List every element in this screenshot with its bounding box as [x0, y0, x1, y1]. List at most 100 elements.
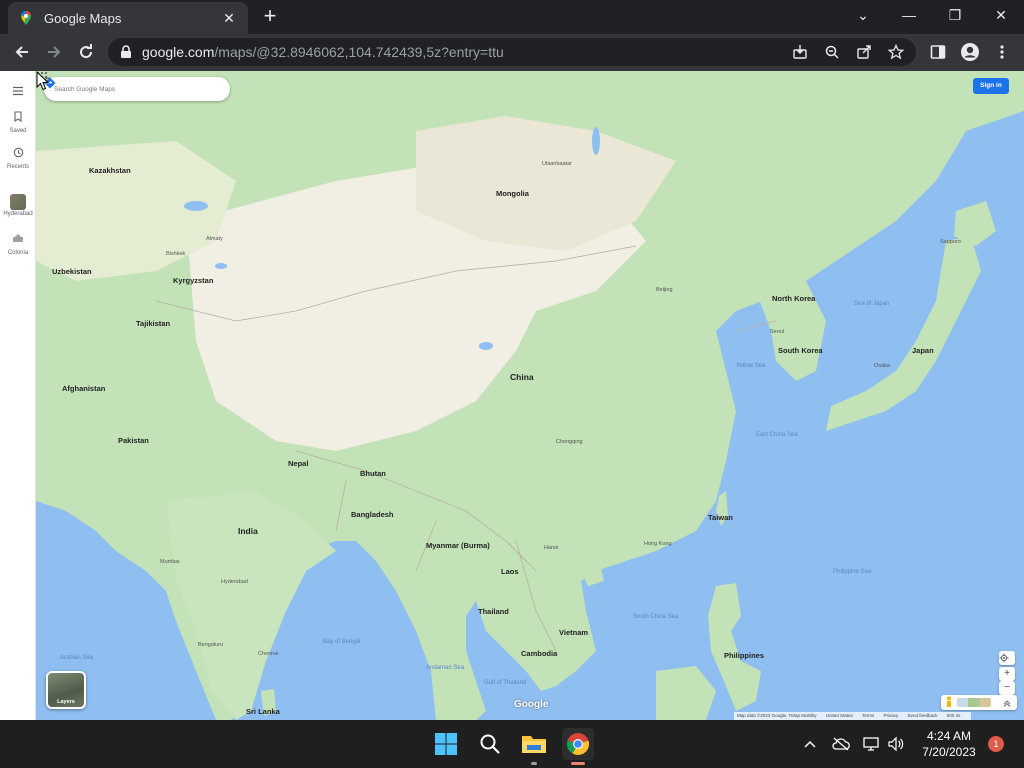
label-sri-lanka: Sri Lanka [246, 707, 280, 716]
expand-up-icon[interactable] [1003, 699, 1011, 707]
close-window-button[interactable]: ✕ [978, 0, 1024, 30]
back-button[interactable] [8, 38, 36, 66]
chrome-menu-button[interactable] [988, 38, 1016, 66]
place-thumbnail [10, 194, 26, 210]
saved-label: Saved [9, 128, 27, 134]
sign-in-button[interactable]: Sign in [973, 78, 1009, 94]
saved-button[interactable]: Saved [0, 109, 36, 134]
share-icon[interactable] [852, 42, 876, 62]
label-bangladesh: Bangladesh [351, 510, 394, 519]
label-bay-of-bengal: Bay of Bengal [323, 639, 361, 645]
start-button[interactable] [430, 728, 462, 760]
minimize-button[interactable]: — [886, 0, 932, 30]
recent-place-colonia[interactable]: Colonia [0, 231, 36, 256]
label-kyrgyzstan: Kyrgyzstan [173, 276, 214, 285]
search-box[interactable]: Search Google Maps [44, 77, 230, 101]
label-vietnam: Vietnam [559, 628, 589, 637]
browser-toolbar: google.com/maps/@32.8946062,104.742439,5… [0, 34, 1024, 71]
label-mumbai: Mumbai [160, 559, 180, 565]
label-china: China [510, 372, 534, 382]
label-chennai: Chennai [258, 651, 279, 657]
attrib-scale[interactable]: 500 mi [947, 713, 961, 718]
url-text: google.com/maps/@32.8946062,104.742439,5… [142, 44, 504, 60]
land-philippines [708, 583, 761, 711]
label-afghanistan: Afghanistan [62, 384, 106, 393]
zoom-icon[interactable] [820, 42, 844, 62]
windows-logo-icon [435, 733, 457, 755]
taskbar-search-icon [480, 734, 500, 754]
search-button[interactable] [474, 728, 506, 760]
label-tajikistan: Tajikistan [136, 319, 171, 328]
new-tab-button[interactable]: + [258, 4, 282, 28]
tab-search-icon[interactable]: ⌄ [840, 0, 886, 30]
browser-tab[interactable]: Google Maps ✕ [8, 2, 248, 34]
recents-label: Recents [6, 164, 29, 170]
volume-tray[interactable] [886, 734, 906, 754]
notification-badge[interactable]: 1 [988, 736, 1004, 752]
label-india: India [238, 526, 258, 536]
search-input[interactable]: Search Google Maps [54, 86, 230, 93]
chrome-icon [566, 733, 590, 755]
running-indicator [531, 762, 537, 765]
label-chongqing: Chongqing [556, 439, 583, 445]
label-philippine-sea: Philippine Sea [833, 569, 872, 575]
label-philippines: Philippines [724, 651, 765, 660]
label-bengaluru: Bengaluru [198, 642, 224, 648]
pegman-icon[interactable] [945, 696, 953, 708]
label-yellow-sea: Yellow Sea [736, 363, 766, 369]
lake-issyk-kul [215, 263, 227, 269]
my-location-icon [999, 653, 1009, 663]
attrib-privacy[interactable]: Privacy [884, 713, 899, 718]
forward-arrow-icon [48, 46, 61, 58]
land-borneo [656, 666, 716, 720]
my-location-button[interactable] [999, 651, 1015, 665]
layers-button[interactable]: Layers [46, 671, 86, 709]
file-explorer-button[interactable] [518, 728, 550, 765]
lock-icon [121, 45, 131, 58]
pin-icon [13, 234, 23, 242]
system-clock[interactable]: 4:24 AM 7/20/2023 [912, 728, 986, 760]
chrome-taskbar-button[interactable] [562, 728, 594, 765]
tab-close-icon[interactable]: ✕ [220, 10, 238, 27]
attrib-country[interactable]: United States [826, 713, 853, 718]
restore-button[interactable]: ❐ [932, 0, 978, 30]
land-japan [826, 236, 981, 431]
imagery-thumbnails[interactable] [957, 698, 991, 707]
attrib-mapdata: Map data ©2023 Google, TMap Mobility [737, 713, 817, 718]
label-sapporo: Sapporo [940, 239, 961, 245]
map-canvas[interactable]: Mongolia China Kazakhstan Uzbekistan Kyr… [36, 71, 1024, 720]
menu-button[interactable] [0, 83, 36, 101]
label-south-china-sea: South China Sea [633, 614, 679, 620]
forward-button[interactable] [40, 38, 68, 66]
label-gulf-of-thailand: Gulf of Thailand [484, 680, 527, 686]
label-ulaanbaatar: Ulaanbaatar [542, 161, 572, 167]
label-kazakhstan: Kazakhstan [89, 166, 131, 175]
url-host: google.com [142, 44, 215, 60]
more-vert-icon [1000, 45, 1004, 59]
label-andaman-sea: Andaman Sea [426, 665, 465, 671]
label-hanoi: Hanoi [544, 545, 559, 551]
lake-qinghai [479, 342, 493, 350]
bookmark-star-icon[interactable] [884, 42, 908, 62]
network-tray[interactable] [862, 734, 882, 754]
zoom-out-button[interactable]: − [999, 681, 1015, 695]
google-logo: Google [514, 699, 549, 710]
label-japan: Japan [912, 346, 934, 355]
recents-button[interactable]: Recents [0, 145, 36, 170]
speaker-icon [888, 736, 904, 752]
recent-place-hyderabad[interactable]: Hyderabad [0, 194, 36, 217]
zoom-in-button[interactable]: + [999, 667, 1015, 681]
side-panel-button[interactable] [924, 38, 952, 66]
colonia-label: Colonia [7, 250, 29, 256]
address-bar[interactable]: google.com/maps/@32.8946062,104.742439,5… [108, 38, 916, 66]
reload-button[interactable] [72, 38, 100, 66]
profile-button[interactable] [956, 38, 984, 66]
install-app-icon[interactable] [788, 42, 812, 62]
side-panel-icon [930, 45, 946, 59]
onedrive-tray[interactable] [831, 734, 851, 754]
show-hidden-icons[interactable] [800, 734, 820, 754]
label-cambodia: Cambodia [521, 649, 558, 658]
attrib-feedback[interactable]: Send feedback [908, 713, 938, 718]
back-arrow-icon [15, 46, 28, 58]
attrib-terms[interactable]: Terms [862, 713, 874, 718]
